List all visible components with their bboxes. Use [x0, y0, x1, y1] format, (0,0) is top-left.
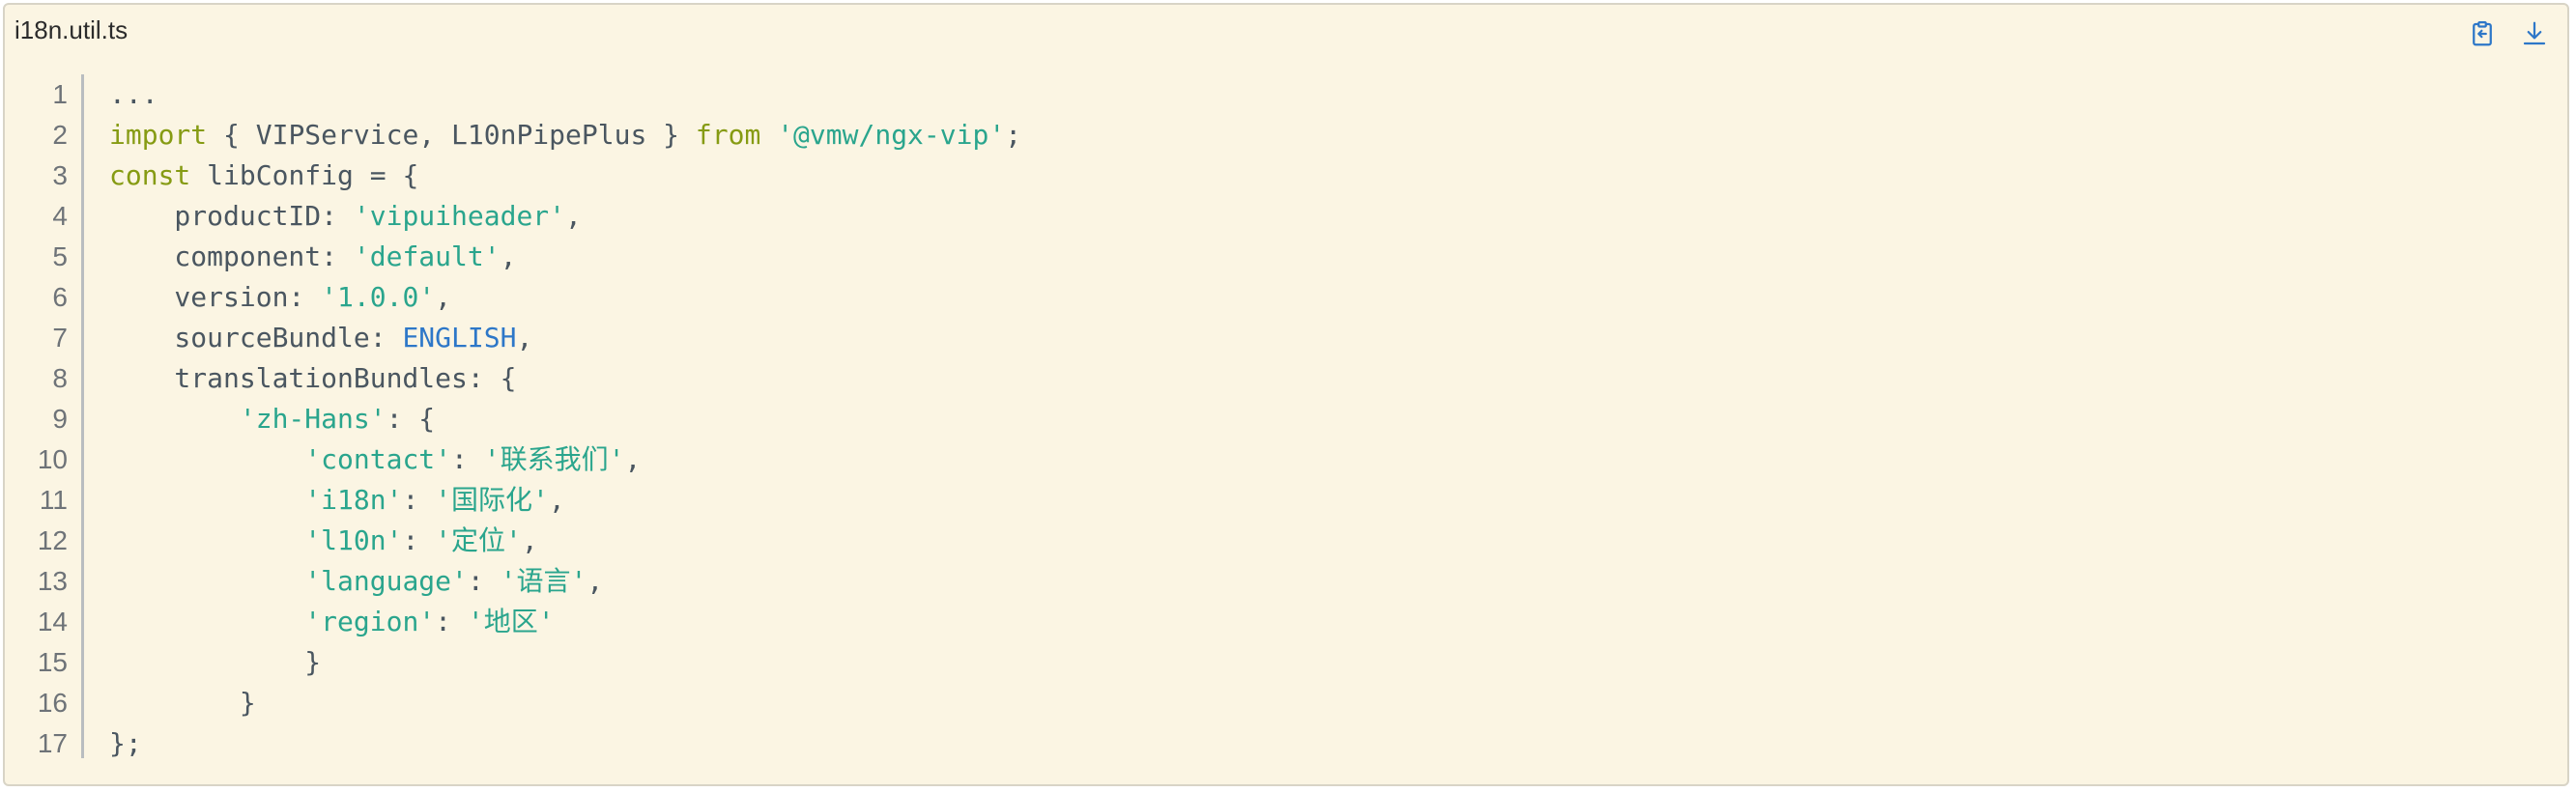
- code-line: 'zh-Hans': {: [109, 399, 1021, 439]
- code-line: 'i18n': '国际化',: [109, 480, 1021, 521]
- code-line: 'region': '地区': [109, 602, 1021, 642]
- code-token: ,: [435, 281, 452, 313]
- code-line: 'l10n': '定位',: [109, 521, 1021, 561]
- code-token: libConfig = {: [190, 159, 419, 191]
- code-token: }: [109, 646, 322, 678]
- code-block: i18n.util.ts 1 2 3 4 5 6 7 8 9 10 11 12 13 14 15 16 17 .…: [3, 3, 2569, 786]
- line-number: 6: [52, 282, 68, 312]
- code-line: }: [109, 683, 1021, 723]
- code-token: 'l10n': [304, 524, 403, 556]
- code-token: ,: [548, 484, 565, 516]
- code-token: '联系我们': [483, 443, 625, 475]
- code-token: ,: [516, 322, 533, 354]
- code-line: sourceBundle: ENGLISH,: [109, 318, 1021, 358]
- code-line: 'contact': '联系我们',: [109, 439, 1021, 480]
- code-token: '定位': [435, 524, 522, 556]
- code-token: :: [402, 524, 436, 556]
- code-token: :: [402, 484, 436, 516]
- code-token: translationBundles: {: [109, 362, 517, 394]
- code-token: 'i18n': [304, 484, 403, 516]
- code-token: productID:: [109, 200, 354, 232]
- line-number: 9: [52, 404, 68, 434]
- line-number: 8: [52, 363, 68, 393]
- line-number: 14: [37, 607, 68, 636]
- code-toolbar: [2467, 18, 2550, 49]
- file-name: i18n.util.ts: [14, 15, 129, 44]
- code-token: '@vmw/ngx-vip': [777, 119, 1006, 151]
- line-number: 15: [37, 647, 68, 677]
- code-token: 'vipuiheader': [353, 200, 566, 232]
- code-line: version: '1.0.0',: [109, 277, 1021, 318]
- line-number: 11: [39, 485, 68, 515]
- code-token: '1.0.0': [321, 281, 436, 313]
- code-line: import { VIPService, L10nPipePlus } from…: [109, 115, 1021, 156]
- code-token: :: [467, 565, 501, 597]
- line-number-gutter: 1 2 3 4 5 6 7 8 9 10 11 12 13 14 15 16 17: [5, 74, 84, 758]
- code-line: const libConfig = {: [109, 156, 1021, 196]
- code-line: };: [109, 723, 1021, 764]
- line-number: 12: [37, 525, 68, 555]
- download-button[interactable]: [2519, 18, 2550, 49]
- code-token: 'language': [304, 565, 468, 597]
- code-token: ,: [521, 524, 538, 556]
- code-token: const: [109, 159, 191, 191]
- line-number: 2: [52, 120, 68, 150]
- code-line: 'language': '语言',: [109, 561, 1021, 602]
- code-token: 'region': [304, 606, 436, 637]
- code-token: ,: [565, 200, 582, 232]
- code-token: 'contact': [304, 443, 452, 475]
- code-token: ENGLISH: [402, 322, 517, 354]
- code-token: ,: [624, 443, 642, 475]
- code-token: component:: [109, 240, 354, 272]
- code-lines: ... import { VIPService, L10nPipePlus } f…: [109, 74, 1021, 764]
- code-token: import: [109, 119, 208, 151]
- code-token: :: [435, 606, 468, 637]
- line-number: 4: [52, 201, 68, 231]
- line-number: 16: [37, 688, 68, 718]
- code-token: { VIPService, L10nPipePlus }: [207, 119, 696, 151]
- code-token: 'default': [353, 240, 501, 272]
- code-token: '国际化': [435, 484, 549, 516]
- line-number: 1: [52, 79, 68, 109]
- line-number: 13: [37, 566, 68, 596]
- code-line: component: 'default',: [109, 237, 1021, 277]
- code-line: translationBundles: {: [109, 358, 1021, 399]
- code-token: version:: [109, 281, 322, 313]
- code-token: }: [109, 687, 256, 719]
- code-token: ,: [587, 565, 604, 597]
- line-number: 7: [52, 323, 68, 353]
- code-line: productID: 'vipuiheader',: [109, 196, 1021, 237]
- line-number: 3: [52, 160, 68, 190]
- line-number: 17: [37, 728, 68, 758]
- code-token: 'zh-Hans': [239, 403, 386, 435]
- code-token: '地区': [467, 606, 555, 637]
- code-token: ...: [109, 78, 158, 110]
- code-token: sourceBundle:: [109, 322, 403, 354]
- download-icon: [2523, 21, 2546, 45]
- code-token: : {: [386, 403, 436, 435]
- line-number: 5: [52, 241, 68, 271]
- code-token: ,: [500, 240, 517, 272]
- code-token: '语言': [500, 565, 587, 597]
- line-number: 10: [37, 444, 68, 474]
- code-token: from: [695, 119, 761, 151]
- clipboard-icon: [2473, 21, 2492, 46]
- code-token: };: [109, 727, 142, 759]
- code-token: ;: [1005, 119, 1022, 151]
- code-line: }: [109, 642, 1021, 683]
- code-line: ...: [109, 74, 1021, 115]
- code-token: :: [451, 443, 484, 475]
- copy-button[interactable]: [2467, 18, 2498, 49]
